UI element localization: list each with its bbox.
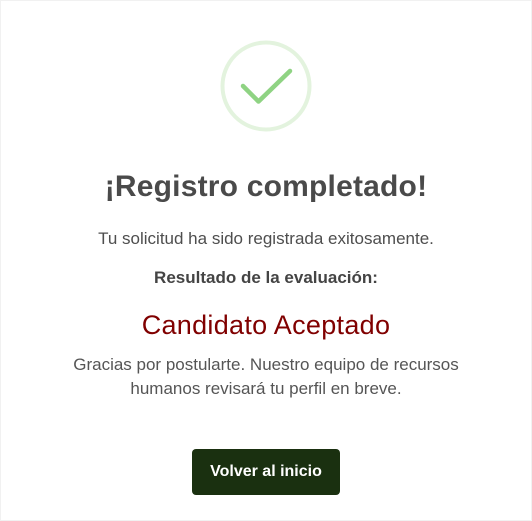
thank-you-message: Gracias por postularte. Nuestro equipo d… [73,355,459,398]
confirmation-subtitle: Tu solicitud ha sido registrada exitosam… [98,229,434,248]
back-to-home-button[interactable]: Volver al inicio [192,449,340,495]
page-title: ¡Registro completado! [104,170,428,203]
success-status [220,40,312,132]
check-circle-icon [220,40,312,132]
evaluation-result-value: Candidato Aceptado [141,310,391,340]
confirmation-card: ¡Registro completado! Tu solicitud ha si… [0,0,532,521]
evaluation-result-label: Resultado de la evaluación: [154,268,378,287]
